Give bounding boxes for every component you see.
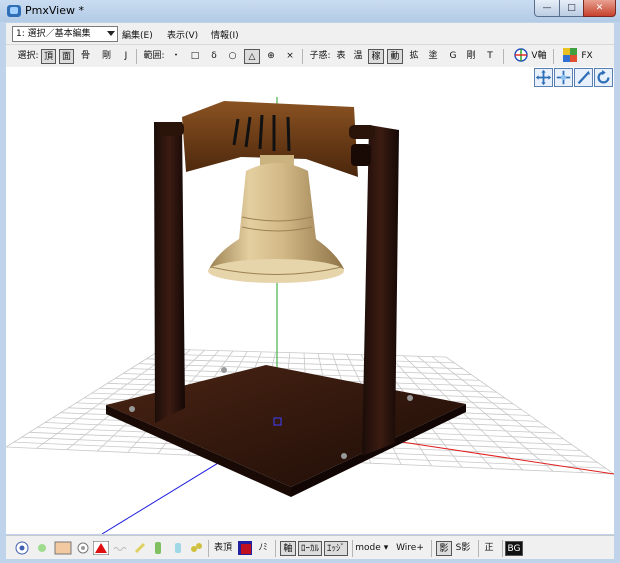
v-axis-label: V軸 [531,51,547,61]
pan-icon[interactable] [534,68,553,87]
rigid-body-icon[interactable] [171,541,185,555]
target-weight-button[interactable]: 稼 [368,49,384,64]
menu-view[interactable]: 表示(V) [167,28,198,41]
select-rigid-button[interactable]: 剛 [100,49,113,64]
target-t-button[interactable]: T [484,49,496,64]
separator [208,540,209,557]
menu-bar: 1: 選択／基本編集 編集(E) 表示(V) 情報(I) [6,23,614,45]
3d-viewport[interactable] [6,67,614,534]
edge-toggle[interactable]: ｴｯｼﾞ [324,541,348,556]
rotate-icon[interactable] [594,68,613,87]
target-surface-button[interactable]: 表 [335,49,347,64]
menu-info[interactable]: 情報(I) [211,28,239,41]
ortho-toggle[interactable]: 正 [482,541,496,556]
fx-label: FX [581,51,593,61]
maximize-button[interactable]: □ [559,0,584,17]
wire-toggle[interactable]: Wire+ [395,541,425,556]
toolbar: 選択: 頂 面 骨 剛 J 範囲: ・ □ δ ○ △ ⊕ × 子惑: 表 温 … [6,45,614,67]
scene-canvas[interactable] [6,67,614,534]
surface-icon[interactable] [54,541,72,555]
view-navigation [534,68,614,88]
vertex-icon[interactable] [35,541,49,555]
app-icon [7,5,21,17]
local-toggle[interactable]: ﾛｰｶﾙ [298,541,322,556]
range-clear-button[interactable]: × [284,49,296,64]
window-title: PmxView * [25,4,84,17]
triangle-icon[interactable] [93,541,109,555]
target-g-button[interactable]: G [447,49,459,64]
mode-label[interactable]: mode [354,541,382,556]
fx-icon[interactable] [563,48,577,62]
shadow-toggle[interactable]: 影 [436,541,452,556]
target-label: 子惑: [309,51,331,61]
separator [431,540,432,557]
separator [136,49,137,64]
separator [302,49,303,64]
target-icon[interactable] [15,541,29,555]
target-rigid-button[interactable]: 剛 [465,49,477,64]
select-face-button[interactable]: 面 [59,49,74,64]
v-axis-icon[interactable] [514,48,528,62]
point-icon[interactable] [76,541,90,555]
axis-toggle[interactable]: 軸 [280,541,296,556]
target-temp-button[interactable]: 温 [352,49,364,64]
range-point-button[interactable]: ・ [170,49,182,64]
mode-select-value: 1: 選択／基本編集 [16,29,91,39]
select-bone-button[interactable]: 骨 [79,49,92,64]
target-scale-button[interactable]: 拡 [408,49,420,64]
mode-select[interactable]: 1: 選択／基本編集 [12,26,118,42]
select-vertex-button[interactable]: 頂 [41,49,56,64]
close-button[interactable]: ✕ [583,0,616,17]
separator [553,49,554,64]
target-move-button[interactable]: 動 [387,49,403,64]
joint-icon[interactable] [189,541,203,555]
morph-icon[interactable] [151,541,165,555]
chevron-down-icon [107,31,115,36]
target-paint-button[interactable]: 塗 [427,49,439,64]
bone-icon[interactable] [133,541,147,555]
surface-label[interactable]: 表頂 [212,541,234,556]
select-joint-button[interactable]: J [120,49,132,64]
status-bar: 表頂 ﾉﾐ 軸 ﾛｰｶﾙ ｴｯｼﾞ mode ▾ Wire+ 影 S影 正 BG [6,535,614,559]
range-triangle-button[interactable]: △ [244,49,260,64]
range-rect-button[interactable]: □ [189,49,201,64]
color-swatch-icon[interactable] [238,541,252,555]
title-bar: PmxView * — □ ✕ [0,0,620,22]
separator [352,540,353,557]
bell [208,155,344,283]
wave-icon[interactable] [113,541,127,555]
select-label: 選択: [17,51,39,61]
chevron-down-icon[interactable]: ▾ [382,541,390,556]
self-shadow-toggle[interactable]: S影 [454,541,472,556]
menu-edit[interactable]: 編集(E) [122,28,153,41]
range-lasso-button[interactable]: δ [208,49,220,64]
separator [502,540,503,557]
bg-button[interactable]: BG [505,541,523,556]
app-window: PmxView * — □ ✕ 1: 選択／基本編集 編集(E) 表示(V) 情… [0,0,620,563]
separator [503,49,504,64]
range-label: 範囲: [143,51,165,61]
no-label[interactable]: ﾉﾐ [256,541,270,556]
zoom-icon[interactable] [574,68,593,87]
separator [478,540,479,557]
minimize-button[interactable]: — [534,0,560,17]
separator [275,540,276,557]
range-circle-button[interactable]: ○ [226,49,239,64]
range-pivot-button[interactable]: ⊕ [265,49,277,64]
move-icon[interactable] [554,68,573,87]
